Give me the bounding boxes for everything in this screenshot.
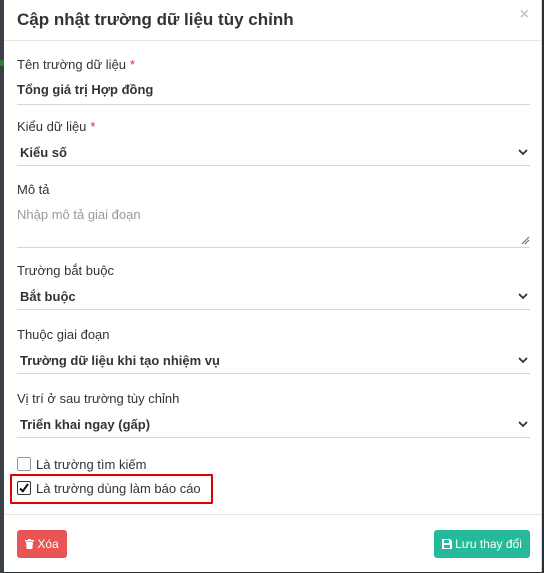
save-button-label: Lưu thay đổi [455, 537, 522, 551]
stage-select[interactable]: Trường dữ liệu khi tạo nhiệm vụ [17, 349, 530, 374]
field-name-label-text: Tên trường dữ liệu [17, 57, 127, 72]
required-field-label: Trường bắt buộc [17, 263, 114, 278]
search-field-label: Là trường tìm kiếm [36, 457, 147, 472]
report-field-checkbox[interactable] [17, 481, 31, 495]
chevron-down-icon [518, 149, 528, 156]
data-type-select[interactable]: Kiểu số [17, 141, 530, 166]
required-mark: * [90, 119, 96, 134]
data-type-label-text: Kiểu dữ liệu [17, 119, 87, 134]
modal-header: Cập nhật trường dữ liệu tùy chỉnh × [4, 0, 541, 41]
checkmark-icon [19, 483, 29, 493]
chevron-down-icon [518, 421, 528, 428]
position-select[interactable]: Triển khai ngay (gấp) [17, 413, 530, 438]
close-icon[interactable]: × [520, 6, 529, 24]
position-label: Vị trí ở sau trường tùy chỉnh [17, 391, 180, 406]
description-label: Mô tả [17, 182, 50, 197]
field-name-underline [17, 104, 530, 105]
delete-button[interactable]: Xóa [17, 530, 67, 558]
trash-icon [25, 539, 35, 549]
resize-grip-icon[interactable] [521, 236, 530, 245]
required-field-select[interactable]: Bắt buộc [17, 285, 530, 310]
stage-value: Trường dữ liệu khi tạo nhiệm vụ [20, 353, 220, 368]
required-field-value: Bắt buộc [20, 289, 76, 304]
modal-footer-divider [4, 514, 541, 515]
modal-title: Cập nhật trường dữ liệu tùy chỉnh [17, 10, 294, 29]
field-name-label: Tên trường dữ liệu * [17, 57, 135, 72]
description-placeholder: Nhập mô tả giai đoạn [17, 207, 141, 222]
data-type-label: Kiểu dữ liệu * [17, 119, 95, 134]
chevron-down-icon [518, 357, 528, 364]
delete-button-label: Xóa [37, 537, 59, 551]
stage-label: Thuộc giai đoạn [17, 327, 110, 342]
description-textarea[interactable]: Nhập mô tả giai đoạn [17, 202, 530, 248]
floppy-disk-icon [442, 539, 453, 549]
data-type-value: Kiểu số [20, 145, 67, 160]
field-name-input[interactable]: Tổng giá trị Hợp đồng [17, 82, 153, 97]
report-field-label: Là trường dùng làm báo cáo [36, 481, 201, 496]
required-mark: * [130, 57, 136, 72]
position-value: Triển khai ngay (gấp) [20, 417, 151, 432]
save-changes-button[interactable]: Lưu thay đổi [434, 530, 530, 558]
search-field-checkbox[interactable] [17, 457, 31, 471]
chevron-down-icon [518, 293, 528, 300]
update-custom-field-dialog: Cập nhật trường dữ liệu tùy chỉnh × Tên … [4, 0, 542, 572]
